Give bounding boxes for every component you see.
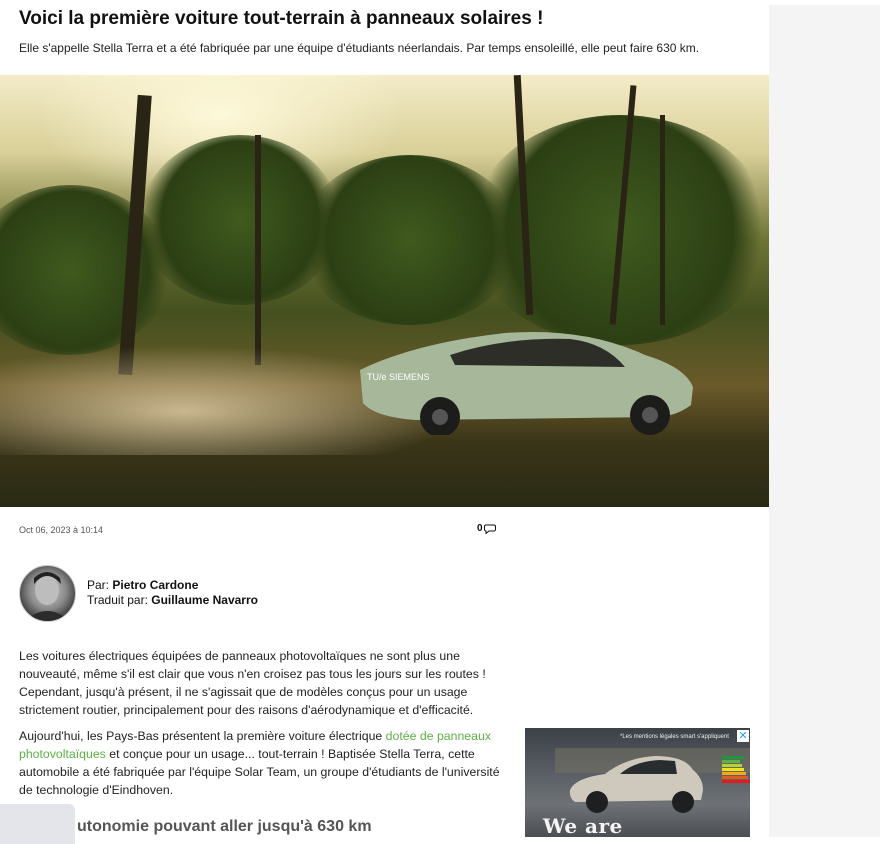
close-icon[interactable]: ✕ bbox=[737, 730, 749, 742]
comment-count: 0 bbox=[477, 523, 483, 534]
car-branding: TU/e SIEMENS bbox=[367, 372, 430, 382]
article-title: Voici la première voiture tout-terrain à… bbox=[19, 8, 544, 29]
solar-car: TU/e SIEMENS bbox=[360, 331, 693, 435]
translator-name[interactable]: Guillaume Navarro bbox=[151, 593, 258, 607]
paragraph: Aujourd'hui, les Pays-Bas présentent la … bbox=[19, 729, 500, 797]
hero-image: TU/e SIEMENS bbox=[0, 75, 769, 507]
author-avatar[interactable] bbox=[19, 565, 76, 622]
right-sidebar bbox=[769, 5, 880, 837]
energy-label-icon bbox=[722, 756, 750, 784]
publish-date: Oct 06, 2023 à 10:14 bbox=[19, 525, 104, 535]
author-label: Par: bbox=[87, 578, 110, 592]
byline: Par: Pietro Cardone Traduit par: Guillau… bbox=[87, 578, 258, 608]
translator-label: Traduit par: bbox=[87, 593, 148, 607]
speech-bubble-icon bbox=[483, 524, 496, 534]
ad-legal-text: *Les mentions légales smart s'appliquent bbox=[620, 734, 729, 740]
author-name[interactable]: Pietro Cardone bbox=[112, 578, 198, 592]
ad-slogan: We are tomorrow.* bbox=[543, 814, 623, 837]
comments-link[interactable]: 0 bbox=[477, 523, 496, 534]
section-heading: utonomie pouvant aller jusqu'à 630 km bbox=[77, 818, 372, 835]
floating-overlay-widget[interactable] bbox=[0, 804, 75, 844]
advertisement-banner[interactable]: *Les mentions légales smart s'appliquent… bbox=[525, 728, 750, 837]
article-subtitle: Elle s'appelle Stella Terra et a été fab… bbox=[19, 41, 700, 55]
paragraph: Les voitures électriques équipées de pan… bbox=[19, 649, 486, 717]
article-body: Les voitures électriques équipées de pan… bbox=[19, 647, 514, 807]
